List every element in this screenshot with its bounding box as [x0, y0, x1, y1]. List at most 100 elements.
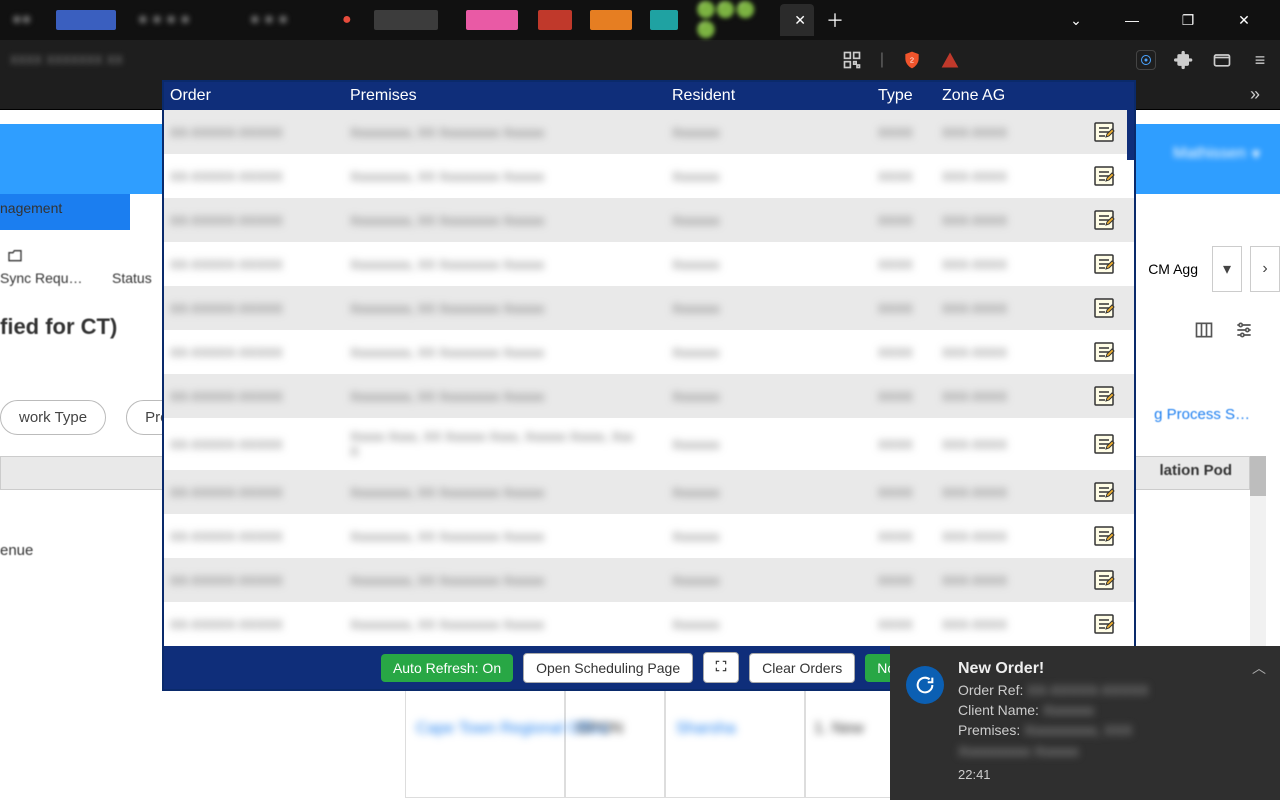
edit-row-icon[interactable]: [1092, 164, 1116, 188]
column-premises: Premises: [344, 87, 666, 105]
column-zone: Zone AG: [936, 87, 1080, 105]
cell-type: XXXX: [872, 437, 936, 452]
bookmarks-overflow-icon[interactable]: »: [1250, 84, 1260, 105]
new-tab-button[interactable]: ＋: [816, 4, 854, 36]
cell-type: XXXX: [872, 345, 936, 360]
edit-row-icon[interactable]: [1092, 480, 1116, 504]
browser-tab[interactable]: ●●: [4, 4, 46, 36]
user-menu[interactable]: Mathissen▾: [1173, 144, 1260, 164]
edit-row-icon[interactable]: [1092, 568, 1116, 592]
cell-zone: XXX-XXXX: [936, 529, 1080, 544]
orders-modal: Order Premises Resident Type Zone AG XX-…: [162, 80, 1136, 691]
extensions-icon[interactable]: [1174, 50, 1194, 70]
edit-row-icon[interactable]: [1092, 340, 1116, 364]
cell-order: XX-XXXXX-XXXXX: [164, 437, 344, 452]
caret-down-icon[interactable]: ⌄: [1060, 12, 1092, 29]
cell-resident: Xxxxxxx: [666, 213, 872, 228]
browser-tab[interactable]: [48, 4, 128, 36]
cell-resident: Xxxxxxx: [666, 573, 872, 588]
cell-premises: Xxxxxxxxx, XX Xxxxxxxxx Xxxxxx: [344, 213, 666, 228]
browser-titlebar: ●● ● ● ● ● ● ● ● ● 🟢🟢🟢🟢 ✕ ＋ ⌄ — ❐ ✕: [0, 0, 1280, 40]
edit-row-icon[interactable]: [1092, 384, 1116, 408]
browser-tab[interactable]: ● ● ●: [242, 4, 332, 36]
filter-work-type[interactable]: work Type: [0, 400, 106, 435]
browser-tab-active[interactable]: ✕: [780, 4, 814, 36]
address-bar: xxxx xxxxxxx xx | 2 ≡: [0, 40, 1280, 80]
brave-shield-icon[interactable]: 2: [902, 50, 922, 70]
table-row: XX-XXXXX-XXXXXXxxxxxxxx, XX Xxxxxxxxx Xx…: [164, 602, 1134, 646]
cell-type: XXXX: [872, 529, 936, 544]
cell-premises: Xxxxxxxxx, XX Xxxxxxxxx Xxxxxx: [344, 257, 666, 272]
table-row: XX-XXXXX-XXXXXXxxxxxxxx, XX Xxxxxxxxx Xx…: [164, 198, 1134, 242]
browser-tab[interactable]: ● ● ● ●: [130, 4, 240, 36]
browser-tab[interactable]: ●: [334, 4, 364, 36]
maximize-icon[interactable]: ❐: [1172, 12, 1204, 29]
tab-status[interactable]: Status: [112, 270, 152, 286]
modal-scrollbar[interactable]: [1127, 110, 1134, 160]
browser-tab[interactable]: [642, 4, 686, 36]
cell-zone: XXX-XXXX: [936, 169, 1080, 184]
clear-orders-button[interactable]: Clear Orders: [749, 653, 855, 683]
cell-resident: Xxxxxxx: [666, 437, 872, 452]
cell-order: XX-XXXXX-XXXXX: [164, 389, 344, 404]
edit-row-icon[interactable]: [1092, 120, 1116, 144]
columns-icon[interactable]: [1194, 320, 1214, 345]
auto-refresh-toggle[interactable]: Auto Refresh: On: [381, 654, 513, 682]
tab-forward-icon[interactable]: ›: [1250, 246, 1280, 292]
qr-icon[interactable]: [842, 50, 862, 70]
tab-cm-agg[interactable]: CM Agg: [1148, 261, 1198, 277]
fullscreen-button[interactable]: [703, 652, 739, 683]
tab-dropdown-icon[interactable]: ▾: [1212, 246, 1242, 292]
minimize-icon[interactable]: —: [1116, 12, 1148, 29]
edit-row-icon[interactable]: [1092, 296, 1116, 320]
column-order: Order: [164, 87, 344, 105]
edit-row-icon[interactable]: [1092, 612, 1116, 636]
cell-order: XX-XXXXX-XXXXX: [164, 257, 344, 272]
cell-resident: Xxxxxxx: [666, 485, 872, 500]
cell-resident: Xxxxxxx: [666, 125, 872, 140]
open-scheduling-button[interactable]: Open Scheduling Page: [523, 653, 693, 683]
cell-premises: Xxxxxxxxx, XX Xxxxxxxxx Xxxxxx: [344, 345, 666, 360]
browser-tab[interactable]: [582, 4, 640, 36]
toast-time: 22:41: [958, 767, 1149, 782]
browser-tab[interactable]: [458, 4, 528, 36]
collapse-toast-icon[interactable]: ︿: [1252, 658, 1266, 678]
cell-type: XXXX: [872, 301, 936, 316]
edit-row-icon[interactable]: [1092, 208, 1116, 232]
cell-zone: XXX-XXXX: [936, 301, 1080, 316]
edit-row-icon[interactable]: [1092, 524, 1116, 548]
extension-refresh-icon[interactable]: [1136, 50, 1156, 70]
cell-resident: Xxxxxxx: [666, 389, 872, 404]
cell-zone: XXX-XXXX: [936, 437, 1080, 452]
cell-resident: Xxxxxxx: [666, 301, 872, 316]
table-row: XX-XXXXX-XXXXXXxxxxxxxx, XX Xxxxxxxxx Xx…: [164, 470, 1134, 514]
table-header: Order Premises Resident Type Zone AG: [164, 82, 1134, 110]
wallet-icon[interactable]: [1212, 50, 1232, 70]
cell-zone: XXX-XXXX: [936, 389, 1080, 404]
cell-premises: Xxxxxxxxx, XX Xxxxxxxxx Xxxxxx: [344, 485, 666, 500]
close-tab-icon[interactable]: ✕: [794, 12, 806, 29]
cell-zone: XXX-XXXX: [936, 125, 1080, 140]
edit-row-icon[interactable]: [1092, 432, 1116, 456]
browser-tab[interactable]: [530, 4, 580, 36]
warning-icon[interactable]: [940, 50, 960, 70]
cell-order: XX-XXXXX-XXXXX: [164, 529, 344, 544]
edit-row-icon[interactable]: [1092, 252, 1116, 276]
table-row: XX-XXXXX-XXXXXXxxxxxxxx, XX Xxxxxxxxx Xx…: [164, 558, 1134, 602]
settings-sliders-icon[interactable]: [1234, 320, 1254, 345]
menu-icon[interactable]: ≡: [1250, 50, 1270, 70]
page-title: fied for CT): [0, 314, 117, 340]
browser-tab[interactable]: [366, 4, 456, 36]
table-row: XX-XXXXX-XXXXXXxxxxxxxx, XX Xxxxxxxxx Xx…: [164, 242, 1134, 286]
tab-sync-requests[interactable]: Sync Requ…: [0, 270, 82, 286]
cell-type: XXXX: [872, 169, 936, 184]
column-type: Type: [872, 87, 936, 105]
link-process[interactable]: g Process S…: [1154, 406, 1250, 423]
url-field[interactable]: xxxx xxxxxxx xx: [10, 51, 842, 69]
cell-resident: Xxxxxxx: [666, 257, 872, 272]
cell-order: XX-XXXXX-XXXXX: [164, 213, 344, 228]
cell-premises: Xxxxxxxxx, XX Xxxxxxxxx Xxxxxx: [344, 169, 666, 184]
browser-tab[interactable]: 🟢🟢🟢🟢: [688, 4, 778, 36]
close-window-icon[interactable]: ✕: [1228, 12, 1260, 29]
notification-toast[interactable]: ︿ New Order! Order Ref: XX-XXXXX-XXXXX C…: [890, 646, 1280, 800]
